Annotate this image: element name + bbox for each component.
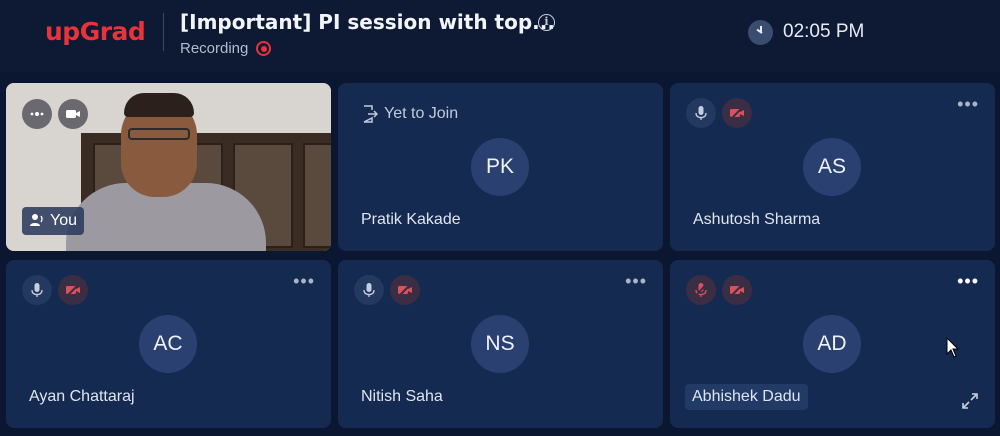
participant-name: Ashutosh Sharma	[693, 211, 821, 228]
participant-tile[interactable]: ••• NS Nitish Saha	[338, 260, 663, 428]
session-title: [Important] PI session with top...	[180, 10, 555, 34]
participant-tile[interactable]: ••• AC Ayan Chattaraj	[6, 260, 331, 428]
recording-label: Recording	[180, 40, 249, 57]
clock-time: 02:05 PM	[783, 21, 865, 42]
speaking-user-icon	[30, 214, 43, 226]
camera-off-icon[interactable]	[390, 275, 420, 305]
avatar: AS	[803, 138, 861, 196]
avatar: PK	[471, 138, 529, 196]
more-options-icon[interactable]: •••	[957, 95, 979, 113]
participant-name: Ayan Chattaraj	[29, 388, 135, 405]
recording-icon	[256, 41, 271, 56]
participant-name: Abhishek Dadu	[685, 384, 808, 410]
info-icon[interactable]: i	[538, 14, 555, 31]
avatar: NS	[471, 315, 529, 373]
expand-icon[interactable]	[961, 392, 979, 410]
exit-door-icon	[363, 105, 378, 123]
microphone-icon[interactable]	[686, 98, 716, 128]
person-hair	[124, 93, 194, 117]
participant-name: Pratik Kakade	[361, 211, 461, 228]
glasses	[128, 128, 190, 140]
camera-off-icon[interactable]	[722, 98, 752, 128]
join-status: Yet to Join	[384, 105, 459, 122]
self-label: You	[50, 212, 77, 229]
camera-off-icon[interactable]	[58, 275, 88, 305]
microphone-muted-icon[interactable]	[686, 275, 716, 305]
video-camera-icon[interactable]	[58, 99, 88, 129]
more-options-icon[interactable]: •••	[293, 272, 315, 290]
self-video-tile[interactable]: You	[6, 83, 331, 251]
top-bar: upGrad [Important] PI session with top..…	[0, 0, 1000, 72]
participant-tile[interactable]: ••• AS Ashutosh Sharma	[670, 83, 995, 251]
microphone-icon[interactable]	[354, 275, 384, 305]
avatar: AC	[139, 315, 197, 373]
upgrad-logo: upGrad	[45, 17, 146, 46]
clock-icon	[748, 20, 773, 45]
more-options-icon[interactable]: •••	[957, 272, 979, 290]
self-label-pill: You	[22, 207, 84, 235]
more-options-icon[interactable]: •••	[625, 272, 647, 290]
participant-tile[interactable]: Yet to Join PK Pratik Kakade	[338, 83, 663, 251]
speaker-icon[interactable]	[22, 99, 52, 129]
avatar: AD	[803, 315, 861, 373]
header-divider	[163, 13, 164, 51]
microphone-icon[interactable]	[22, 275, 52, 305]
camera-off-icon[interactable]	[722, 275, 752, 305]
mouse-cursor-icon	[946, 337, 960, 358]
participant-name: Nitish Saha	[361, 388, 443, 405]
